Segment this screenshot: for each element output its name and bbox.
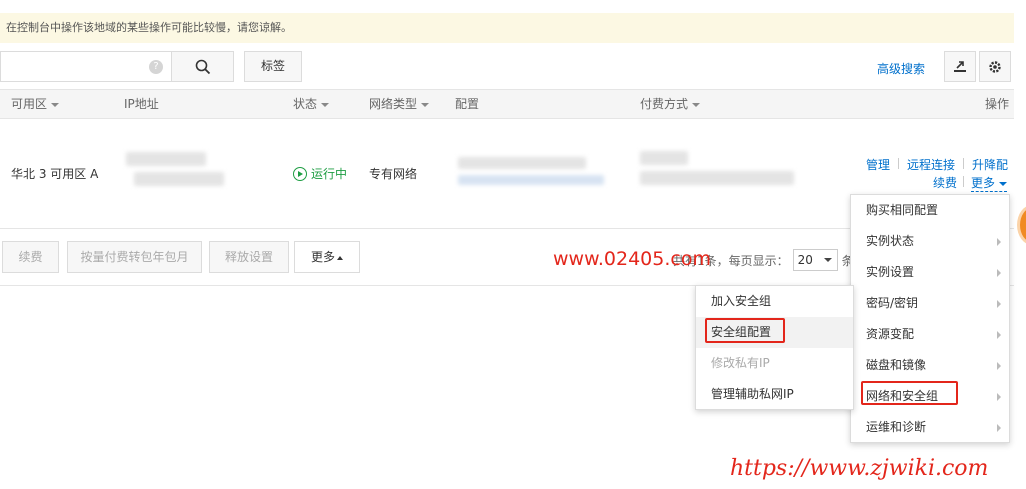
menu-item-ops-diagnosis[interactable]: 运维和诊断 (851, 412, 1009, 443)
search-icon (195, 59, 210, 74)
caret-down-icon (823, 258, 832, 262)
settings-button[interactable] (979, 51, 1011, 82)
tag-button[interactable]: 标签 (244, 51, 302, 82)
submenu-item-modify-ip[interactable]: 修改私有IP (696, 348, 853, 379)
menu-item-instance-settings[interactable]: 实例设置 (851, 257, 1009, 288)
header-actions: 操作 (985, 97, 1010, 111)
export-icon (954, 60, 966, 72)
chevron-right-icon (997, 362, 1001, 370)
menu-item-password-key[interactable]: 密码/密钥 (851, 288, 1009, 319)
network-security-submenu: 加入安全组 安全组配置 修改私有IP 管理辅助私网IP (695, 285, 854, 410)
release-settings-button[interactable]: 释放设置 (209, 241, 289, 273)
convert-billing-button[interactable]: 按量付费转包年包月 (67, 241, 202, 273)
divider (963, 176, 964, 187)
header-billing[interactable]: 付费方式 (640, 90, 701, 119)
divider (898, 158, 899, 169)
row-status: 运行中 (293, 165, 347, 182)
gear-icon (989, 60, 1001, 73)
blurred-ip (134, 172, 224, 186)
blurred-ip (126, 152, 206, 166)
search-input[interactable]: ? (0, 51, 171, 82)
highlight-box (861, 381, 958, 405)
more-button[interactable]: 更多 (294, 241, 360, 273)
table-header: 可用区 IP地址 状态 网络类型 配置 付费方式 操作 (0, 89, 1014, 119)
chevron-right-icon (997, 393, 1001, 401)
page-size-select[interactable]: 20 (792, 249, 838, 271)
caret-down-icon (321, 102, 330, 107)
chevron-right-icon (997, 300, 1001, 308)
caret-down-icon (692, 102, 701, 107)
caret-down-icon (51, 102, 60, 107)
advanced-search-link[interactable]: 高级搜索 (877, 60, 925, 77)
chevron-right-icon (997, 331, 1001, 339)
menu-item-disk-image[interactable]: 磁盘和镜像 (851, 350, 1009, 381)
chevron-right-icon (997, 424, 1001, 432)
remote-connect-link[interactable]: 远程连接 (907, 156, 955, 173)
more-link[interactable]: 更多 (971, 174, 1008, 192)
manage-link[interactable]: 管理 (866, 156, 890, 173)
upgrade-link[interactable]: 升降配 (972, 156, 1008, 173)
blurred-billing (640, 171, 794, 185)
watermark-text: www.02405.com (553, 248, 711, 270)
pager-per-page: 每页显示： (728, 253, 789, 268)
watermark-text: https://www.zjwiki.com (730, 456, 989, 481)
caret-down-icon (999, 181, 1008, 186)
header-config: 配置 (455, 97, 480, 111)
row-zone: 华北 3 可用区 A (11, 167, 99, 181)
caret-down-icon (421, 102, 430, 107)
header-zone[interactable]: 可用区 (11, 90, 60, 119)
header-ip: IP地址 (124, 97, 159, 111)
divider (963, 158, 964, 169)
menu-item-instance-status[interactable]: 实例状态 (851, 226, 1009, 257)
highlight-box (705, 318, 785, 343)
caret-up-icon (337, 255, 343, 260)
search-button[interactable] (171, 51, 234, 82)
header-status[interactable]: 状态 (293, 90, 330, 119)
header-network[interactable]: 网络类型 (369, 90, 430, 119)
renew-button[interactable]: 续费 (2, 241, 59, 273)
help-float-icon[interactable] (1017, 205, 1026, 245)
menu-item-buy-same[interactable]: 购买相同配置 (851, 195, 1009, 226)
running-icon (293, 166, 307, 181)
submenu-item-secondary-ip[interactable]: 管理辅助私网IP (696, 379, 853, 410)
chevron-right-icon (997, 269, 1001, 277)
chevron-right-icon (997, 238, 1001, 246)
blurred-billing (640, 151, 688, 165)
blurred-config (458, 157, 586, 169)
more-dropdown-menu: 购买相同配置 实例状态 实例设置 密码/密钥 资源变配 磁盘和镜像 网络和安全组… (850, 194, 1010, 443)
menu-item-resource-change[interactable]: 资源变配 (851, 319, 1009, 350)
row-network: 专有网络 (369, 167, 418, 181)
export-button[interactable] (944, 51, 976, 82)
notice-bar: 在控制台中操作该地域的某些操作可能比较慢，请您谅解。 (0, 13, 1014, 43)
renew-link[interactable]: 续费 (933, 174, 957, 191)
submenu-item-join-group[interactable]: 加入安全组 (696, 286, 853, 317)
blurred-config (458, 175, 604, 185)
clear-icon[interactable]: ? (149, 60, 163, 74)
